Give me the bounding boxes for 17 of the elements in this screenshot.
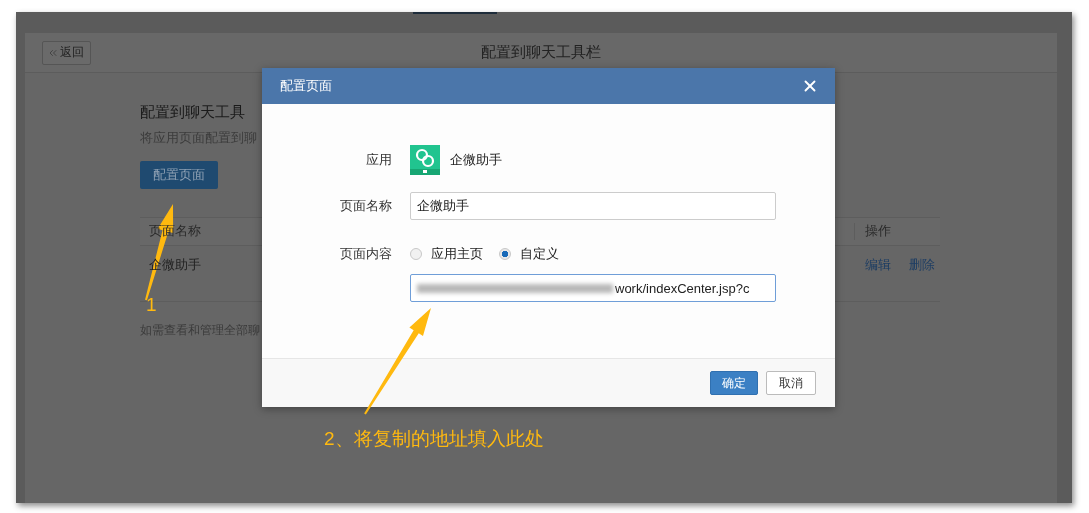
field-label: 页面内容 bbox=[339, 245, 392, 263]
page-name-field[interactable]: 企微助手 bbox=[410, 192, 776, 220]
app-icon bbox=[410, 145, 440, 175]
annotation-label: 1 bbox=[146, 294, 157, 316]
annotation-label: 2、将复制的地址填入此处 bbox=[324, 427, 544, 451]
radio-option[interactable]: 应用主页 bbox=[410, 245, 483, 263]
radio-option[interactable]: 自定义 bbox=[499, 245, 559, 263]
confirm-button[interactable]: 确定 bbox=[710, 371, 758, 395]
page-title: 配置到聊天工具栏 bbox=[481, 43, 601, 62]
dialog-title: 配置页面 bbox=[280, 77, 332, 95]
field-label: 应用 bbox=[365, 151, 392, 169]
configure-page-button[interactable]: 配置页面 bbox=[140, 161, 218, 189]
section-heading: 配置到聊天工具 bbox=[140, 103, 246, 122]
field-label: 页面名称 bbox=[339, 197, 392, 215]
url-field[interactable]: work/indexCenter.jsp?c bbox=[410, 274, 776, 302]
app-name: 企微助手 bbox=[450, 151, 502, 169]
cancel-button[interactable]: 取消 bbox=[766, 371, 816, 395]
